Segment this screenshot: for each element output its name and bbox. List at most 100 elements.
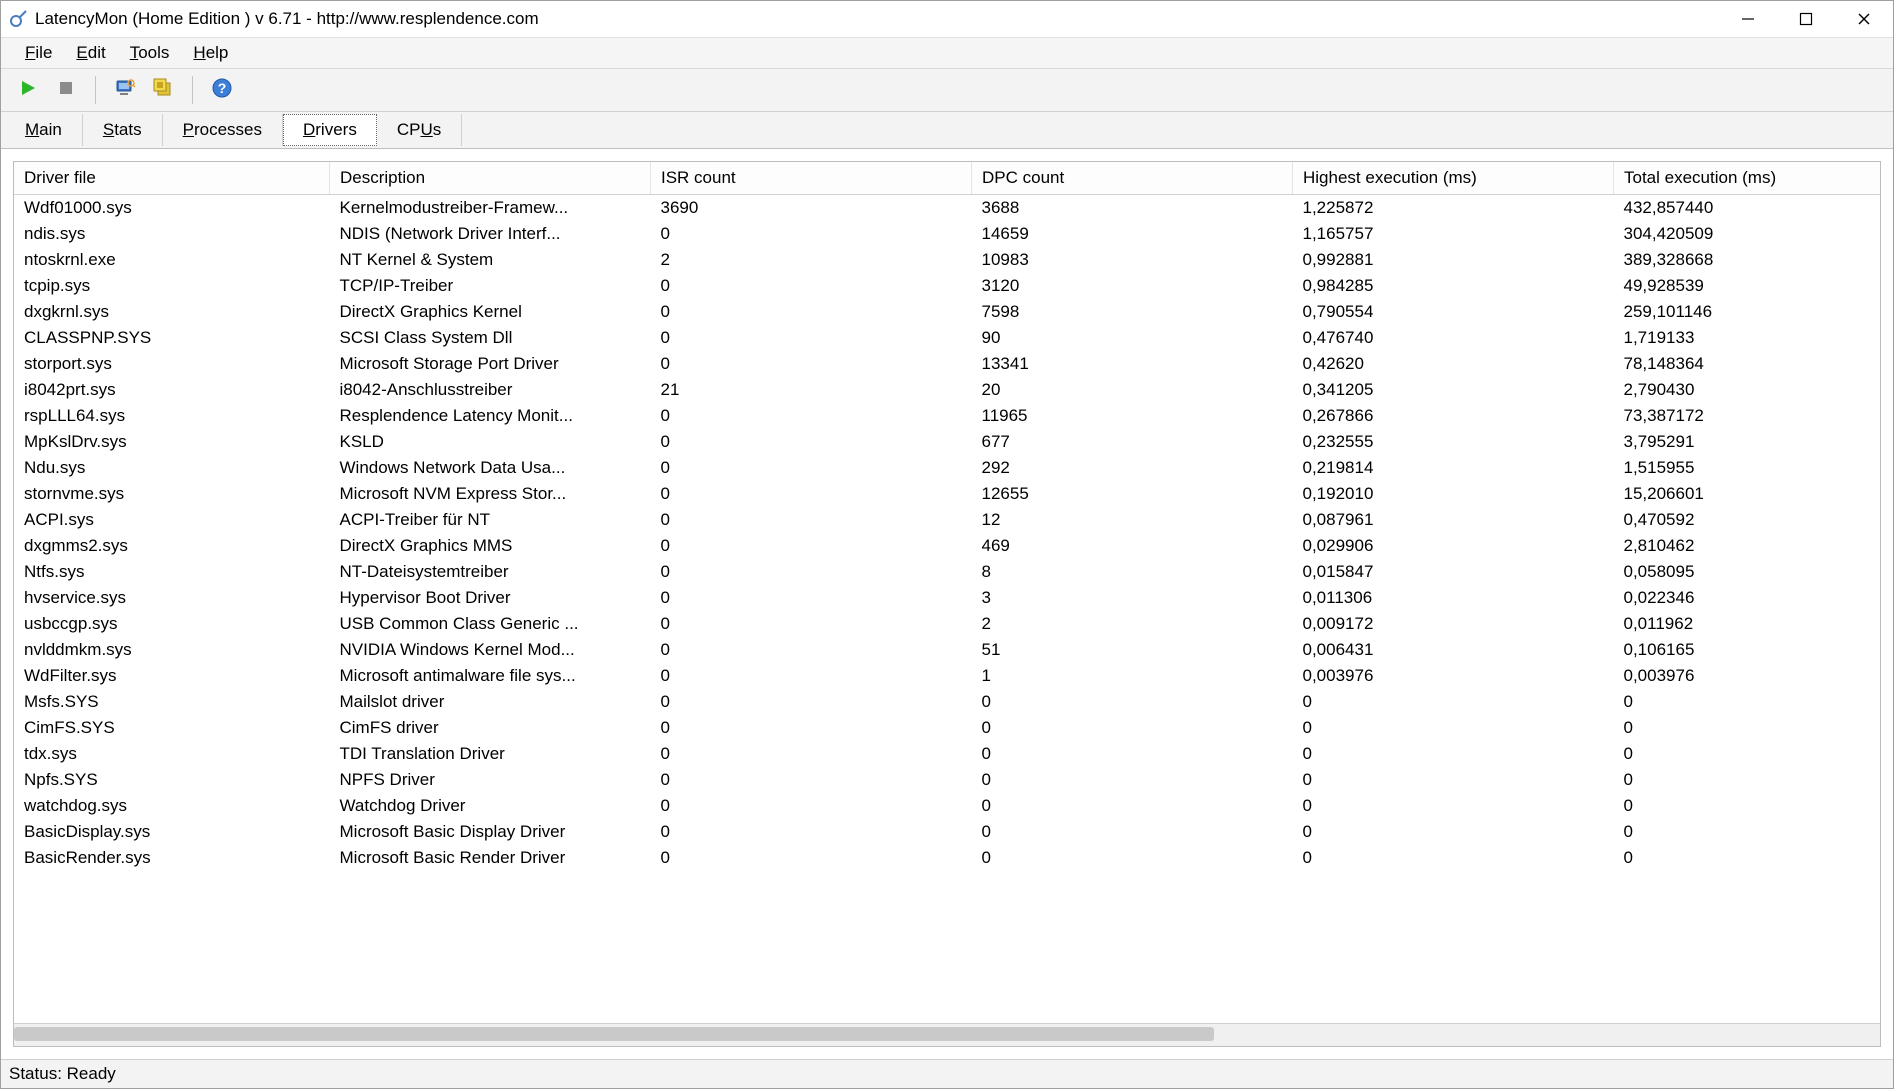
cell-dpc-count: 292	[972, 455, 1293, 481]
table-row[interactable]: WdFilter.sysMicrosoft antimalware file s…	[14, 663, 1880, 689]
stop-button[interactable]	[49, 73, 83, 107]
scrollbar-thumb[interactable]	[14, 1027, 1214, 1041]
cell-description: TCP/IP-Treiber	[330, 273, 651, 299]
cell-highest-execution: 0,087961	[1293, 507, 1614, 533]
cell-dpc-count: 0	[972, 715, 1293, 741]
table-row[interactable]: ndis.sysNDIS (Network Driver Interf...01…	[14, 221, 1880, 247]
maximize-button[interactable]	[1777, 1, 1835, 37]
col-total-execution[interactable]: Total execution (ms)	[1614, 162, 1881, 195]
col-description[interactable]: Description	[330, 162, 651, 195]
cell-total-execution: 0	[1614, 767, 1881, 793]
cell-description: Windows Network Data Usa...	[330, 455, 651, 481]
cell-dpc-count: 3688	[972, 195, 1293, 222]
cell-highest-execution: 1,165757	[1293, 221, 1614, 247]
table-row[interactable]: CLASSPNP.SYSSCSI Class System Dll0900,47…	[14, 325, 1880, 351]
cell-isr-count: 0	[651, 819, 972, 845]
table-row[interactable]: CimFS.SYSCimFS driver00000xFF	[14, 715, 1880, 741]
cell-dpc-count: 10983	[972, 247, 1293, 273]
menu-edit[interactable]: Edit	[64, 40, 117, 66]
cell-driver-file: BasicDisplay.sys	[14, 819, 330, 845]
table-row[interactable]: ntoskrnl.exeNT Kernel & System2109830,99…	[14, 247, 1880, 273]
help-icon: ?	[211, 77, 233, 104]
cell-description: Microsoft Basic Display Driver	[330, 819, 651, 845]
cell-total-execution: 304,420509	[1614, 221, 1881, 247]
cell-total-execution: 2,810462	[1614, 533, 1881, 559]
cell-highest-execution: 0,476740	[1293, 325, 1614, 351]
cell-highest-execution: 0	[1293, 767, 1614, 793]
cell-description: Resplendence Latency Monit...	[330, 403, 651, 429]
table-row[interactable]: Msfs.SYSMailslot driver00000xFF	[14, 689, 1880, 715]
cell-driver-file: storport.sys	[14, 351, 330, 377]
cell-isr-count: 0	[651, 533, 972, 559]
table-row[interactable]: usbccgp.sysUSB Common Class Generic ...0…	[14, 611, 1880, 637]
cell-isr-count: 0	[651, 325, 972, 351]
table-row[interactable]: Npfs.SYSNPFS Driver00000xFF	[14, 767, 1880, 793]
table-row[interactable]: BasicRender.sysMicrosoft Basic Render Dr…	[14, 845, 1880, 871]
table-row[interactable]: tcpip.sysTCP/IP-Treiber031200,98428549,9…	[14, 273, 1880, 299]
toolbar-separator	[95, 76, 96, 104]
horizontal-scrollbar[interactable]	[14, 1023, 1880, 1046]
table-row[interactable]: tdx.sysTDI Translation Driver00000xFF	[14, 741, 1880, 767]
tab-processes[interactable]: Processes	[163, 114, 283, 146]
table-row[interactable]: BasicDisplay.sysMicrosoft Basic Display …	[14, 819, 1880, 845]
table-row[interactable]: Ntfs.sysNT-Dateisystemtreiber080,0158470…	[14, 559, 1880, 585]
tab-drivers[interactable]: Drivers	[283, 114, 377, 146]
cell-driver-file: WdFilter.sys	[14, 663, 330, 689]
computer-button[interactable]	[108, 73, 142, 107]
table-row[interactable]: nvlddmkm.sysNVIDIA Windows Kernel Mod...…	[14, 637, 1880, 663]
cell-dpc-count: 0	[972, 845, 1293, 871]
cell-driver-file: BasicRender.sys	[14, 845, 330, 871]
statusbar: Status: Ready	[1, 1059, 1893, 1088]
cpu-button[interactable]	[146, 73, 180, 107]
cell-description: USB Common Class Generic ...	[330, 611, 651, 637]
cell-description: SCSI Class System Dll	[330, 325, 651, 351]
table-row[interactable]: stornvme.sysMicrosoft NVM Express Stor..…	[14, 481, 1880, 507]
cell-isr-count: 0	[651, 481, 972, 507]
cell-highest-execution: 0,341205	[1293, 377, 1614, 403]
driver-table: Driver file Description ISR count DPC co…	[14, 162, 1880, 871]
menu-help[interactable]: Help	[181, 40, 240, 66]
cell-isr-count: 0	[651, 637, 972, 663]
table-row[interactable]: hvservice.sysHypervisor Boot Driver030,0…	[14, 585, 1880, 611]
cell-driver-file: Msfs.SYS	[14, 689, 330, 715]
table-row[interactable]: dxgkrnl.sysDirectX Graphics Kernel075980…	[14, 299, 1880, 325]
cell-dpc-count: 3	[972, 585, 1293, 611]
table-row[interactable]: MpKslDrv.sysKSLD06770,2325553,7952910xFF	[14, 429, 1880, 455]
col-isr-count[interactable]: ISR count	[651, 162, 972, 195]
help-button[interactable]: ?	[205, 73, 239, 107]
cell-isr-count: 0	[651, 351, 972, 377]
toolbar: ?	[1, 69, 1893, 112]
cell-total-execution: 1,719133	[1614, 325, 1881, 351]
col-dpc-count[interactable]: DPC count	[972, 162, 1293, 195]
table-row[interactable]: storport.sysMicrosoft Storage Port Drive…	[14, 351, 1880, 377]
menu-file[interactable]: File	[13, 40, 64, 66]
table-row[interactable]: i8042prt.sysi8042-Anschlusstreiber21200,…	[14, 377, 1880, 403]
table-row[interactable]: dxgmms2.sysDirectX Graphics MMS04690,029…	[14, 533, 1880, 559]
table-row[interactable]: ACPI.sysACPI-Treiber für NT0120,0879610,…	[14, 507, 1880, 533]
col-highest-execution[interactable]: Highest execution (ms)	[1293, 162, 1614, 195]
tab-cpus[interactable]: CPUs	[377, 114, 462, 146]
cell-driver-file: ndis.sys	[14, 221, 330, 247]
cell-dpc-count: 0	[972, 689, 1293, 715]
driver-table-scroll[interactable]: Driver file Description ISR count DPC co…	[14, 162, 1880, 1023]
cell-total-execution: 0,470592	[1614, 507, 1881, 533]
tab-stats[interactable]: Stats	[83, 114, 163, 146]
col-driver-file[interactable]: Driver file	[14, 162, 330, 195]
cell-description: NDIS (Network Driver Interf...	[330, 221, 651, 247]
table-row[interactable]: rspLLL64.sysResplendence Latency Monit..…	[14, 403, 1880, 429]
cell-description: Kernelmodustreiber-Framew...	[330, 195, 651, 222]
table-row[interactable]: watchdog.sysWatchdog Driver00000xFF	[14, 793, 1880, 819]
table-row[interactable]: Wdf01000.sysKernelmodustreiber-Framew...…	[14, 195, 1880, 222]
menu-tools[interactable]: Tools	[118, 40, 182, 66]
cell-description: Watchdog Driver	[330, 793, 651, 819]
tab-main[interactable]: Main	[5, 114, 83, 146]
cell-driver-file: Npfs.SYS	[14, 767, 330, 793]
cell-isr-count: 0	[651, 585, 972, 611]
cell-total-execution: 389,328668	[1614, 247, 1881, 273]
close-button[interactable]	[1835, 1, 1893, 37]
play-button[interactable]	[11, 73, 45, 107]
cell-driver-file: usbccgp.sys	[14, 611, 330, 637]
cell-driver-file: Ndu.sys	[14, 455, 330, 481]
minimize-button[interactable]	[1719, 1, 1777, 37]
table-row[interactable]: Ndu.sysWindows Network Data Usa...02920,…	[14, 455, 1880, 481]
